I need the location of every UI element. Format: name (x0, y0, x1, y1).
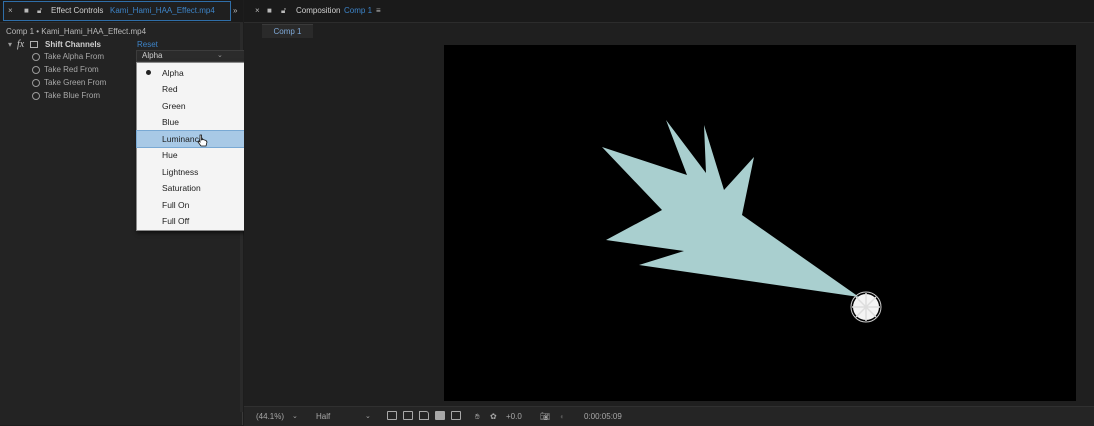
take-alpha-from-dropdown[interactable]: Alpha ⌄ (136, 50, 246, 62)
property-label: Take Red From (44, 65, 99, 74)
menu-item-label: Red (162, 84, 178, 94)
effect-controls-tab-title: Effect Controls (51, 6, 104, 15)
menu-item-label: Hue (162, 150, 178, 160)
panel-overflow-icon[interactable]: » (233, 1, 237, 21)
effect-preset-icon (30, 41, 38, 48)
timecode: 0:00:05:09 (584, 412, 622, 421)
transparency-grid-icon[interactable] (403, 411, 413, 420)
close-icon[interactable]: × (8, 1, 13, 21)
chevron-down-icon[interactable]: ⌄ (292, 407, 298, 426)
property-label: Take Blue From (44, 91, 101, 100)
menu-item-full-off[interactable]: Full Off (137, 213, 246, 229)
chevron-down-icon[interactable]: ⌄ (365, 407, 371, 426)
menu-item-label: Lightness (162, 167, 199, 177)
viewer-bottom-bar: (44.1%) ⌄ Half ⌄ ✋︎ ✿ +0.0 📷︎ ◐ 0:00:05:… (244, 406, 1094, 426)
composition-viewer[interactable] (444, 45, 1076, 401)
menu-item-red[interactable]: Red (137, 81, 246, 97)
menu-item-label: Full Off (162, 216, 190, 226)
zoom-dropdown[interactable]: (44.1%) (256, 407, 284, 426)
menu-item-label: Saturation (162, 183, 201, 193)
star-burst-shape (602, 120, 859, 297)
panel-menu-icon[interactable]: ■ (267, 1, 272, 21)
sparkle-shape (850, 291, 882, 323)
guides-icon[interactable] (435, 411, 445, 420)
menu-item-label: Full On (162, 200, 190, 210)
region-of-interest-icon[interactable] (387, 411, 397, 420)
lock-icon[interactable]: 🔓︎ (37, 1, 42, 21)
menu-item-blue[interactable]: Blue (137, 114, 246, 130)
chevron-down-icon: ⌄ (217, 52, 223, 59)
menu-item-luminance[interactable]: Luminance (136, 130, 247, 148)
menu-item-hue[interactable]: Hue (137, 147, 246, 163)
resolution-dropdown[interactable]: Half (316, 407, 330, 426)
mask-visibility-icon[interactable] (419, 411, 429, 420)
composition-tab-comp: Comp 1 (344, 6, 373, 15)
stopwatch-icon[interactable] (32, 63, 44, 76)
menu-item-green[interactable]: Green (137, 98, 246, 114)
panel-menu-icon[interactable]: ■ (24, 1, 29, 21)
menu-item-label: Green (162, 101, 186, 111)
dropdown-menu: Alpha Red Green Blue Luminance Hue Light… (136, 62, 247, 231)
menu-item-label: Alpha (162, 68, 184, 78)
camera-snapshot-icon[interactable]: 📷︎ (540, 407, 550, 426)
close-icon[interactable]: × (255, 1, 260, 21)
hand-tool-icon[interactable]: ✋︎ (475, 407, 480, 426)
menu-item-saturation[interactable]: Saturation (137, 180, 246, 196)
effect-controls-tab-file: Kami_Hami_HAA_Effect.mp4 (110, 6, 215, 15)
stopwatch-icon[interactable] (32, 50, 44, 63)
menu-item-label: Blue (162, 117, 180, 127)
menu-item-lightness[interactable]: Lightness (137, 164, 246, 180)
stopwatch-icon[interactable] (32, 76, 44, 89)
source-line: Comp 1 • Kami_Hami_HAA_Effect.mp4 (6, 27, 147, 36)
selected-bullet-icon (146, 70, 151, 75)
menu-item-alpha[interactable]: Alpha (137, 65, 246, 81)
property-label: Take Green From (44, 78, 107, 87)
exposure-value[interactable]: +0.0 (506, 407, 522, 426)
color-channel-icon[interactable]: ✿ (490, 407, 497, 426)
dropdown-value: Alpha (142, 51, 163, 60)
comp-subtab[interactable]: Comp 1 (262, 24, 313, 38)
stopwatch-icon[interactable] (32, 89, 44, 102)
shape-layer-artwork (602, 120, 882, 323)
hand-cursor-icon (197, 134, 208, 147)
lock-icon[interactable]: 🔓︎ (281, 1, 286, 21)
composition-tab-title: Composition (296, 6, 341, 15)
property-label: Take Alpha From (44, 52, 105, 61)
snapshot-view-icon[interactable] (451, 411, 461, 420)
hamburger-menu-icon[interactable]: ≡ (376, 1, 381, 21)
menu-item-full-on[interactable]: Full On (137, 197, 246, 213)
show-snapshot-icon[interactable]: ◐ (560, 407, 565, 426)
